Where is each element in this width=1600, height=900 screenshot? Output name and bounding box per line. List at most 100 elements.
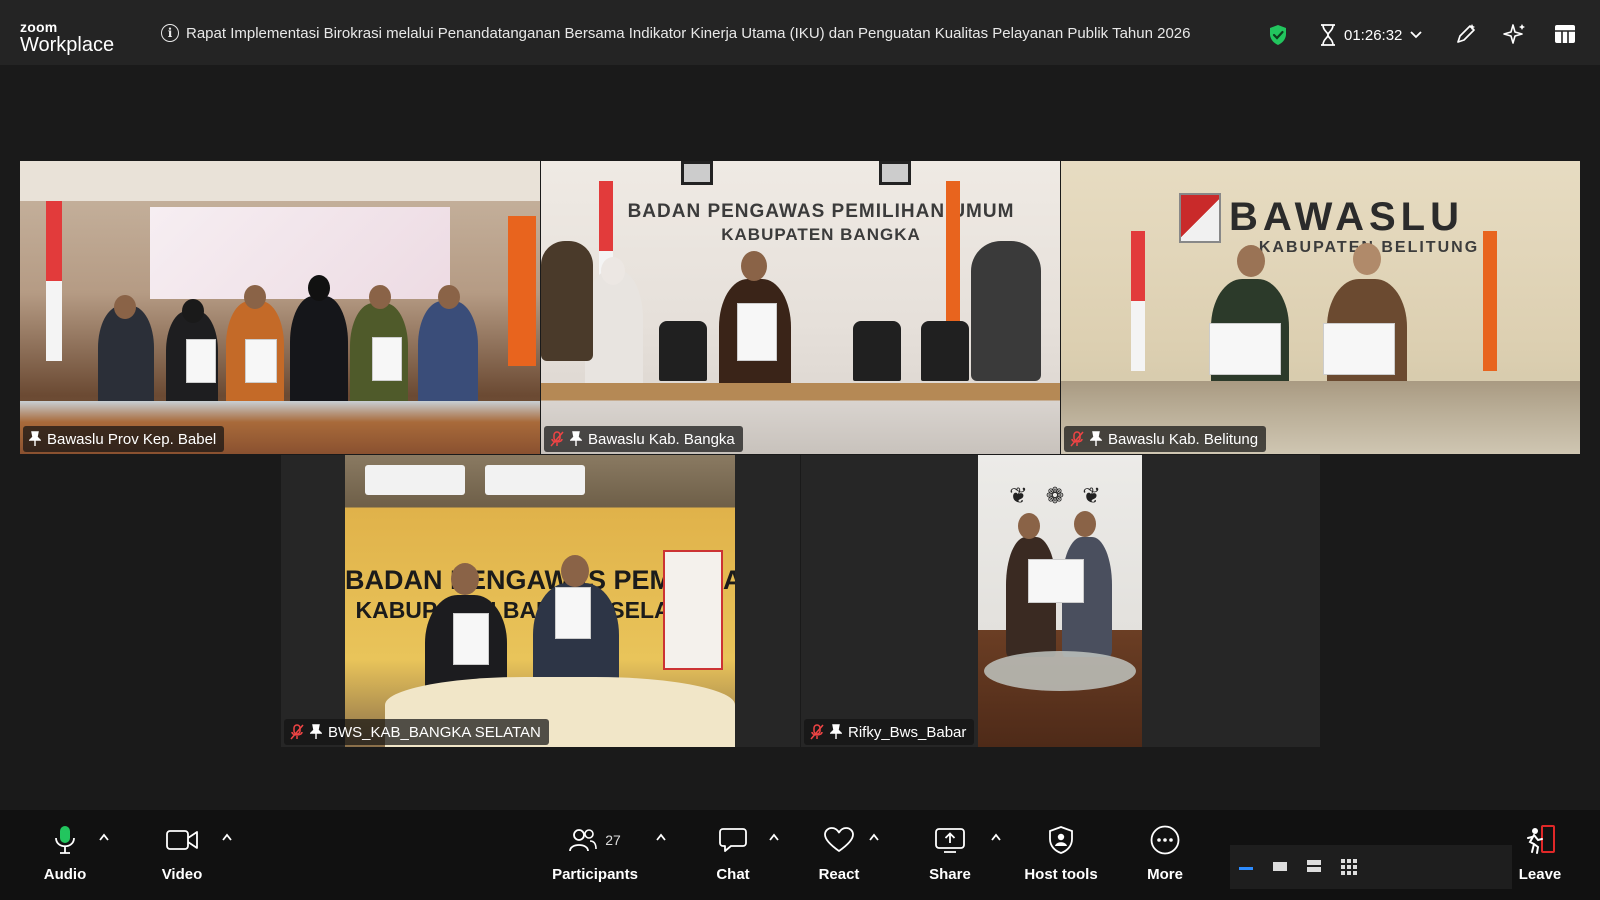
chat-button[interactable]: Chat bbox=[712, 810, 754, 900]
wall-logo-text: BAWASLU bbox=[1229, 195, 1464, 239]
head bbox=[601, 257, 625, 285]
leave-label: Leave bbox=[1518, 866, 1562, 883]
shield-check-icon[interactable] bbox=[1268, 24, 1288, 46]
top-bar: zoom Workplace i Rapat Implementasi Biro… bbox=[0, 0, 1600, 65]
chat-options-caret[interactable] bbox=[768, 832, 780, 842]
participant-name: Bawaslu Prov Kep. Babel bbox=[47, 430, 217, 448]
sparkle-icon[interactable] bbox=[1503, 22, 1527, 46]
gallery-view-icon[interactable] bbox=[1340, 858, 1358, 876]
participant-name: Bawaslu Kab. Belitung bbox=[1108, 430, 1259, 448]
bawaslu-emblem bbox=[1179, 193, 1221, 243]
chair bbox=[921, 321, 969, 381]
video-tile-kab-bangka[interactable]: BADAN PENGAWAS PEMILIHAN UMUM KABUPATEN … bbox=[541, 161, 1060, 454]
head bbox=[114, 295, 136, 319]
participant-name: Rifky_Bws_Babar bbox=[848, 723, 967, 741]
react-button[interactable]: React bbox=[816, 810, 862, 900]
logo-product: Workplace bbox=[20, 34, 115, 56]
event-banner bbox=[150, 207, 450, 299]
wall-frame bbox=[681, 161, 713, 185]
heart-icon bbox=[824, 827, 854, 852]
document bbox=[1209, 323, 1281, 375]
head bbox=[244, 285, 266, 309]
react-options-caret[interactable] bbox=[868, 832, 880, 842]
camera-icon bbox=[166, 830, 198, 850]
info-icon[interactable]: i bbox=[161, 24, 179, 42]
head bbox=[1018, 513, 1040, 539]
share-screen-icon bbox=[935, 828, 965, 853]
participant-nametag: Bawaslu Kab. Bangka bbox=[544, 426, 743, 452]
wall-frame bbox=[879, 161, 911, 185]
head bbox=[438, 285, 460, 309]
document bbox=[1028, 559, 1084, 603]
participants-options-caret[interactable] bbox=[655, 832, 667, 842]
pin-icon bbox=[1090, 431, 1102, 446]
mic-off-icon bbox=[1070, 431, 1084, 447]
calligraphy: ❦ ❁ ❦ bbox=[1009, 483, 1107, 508]
document bbox=[737, 303, 777, 361]
mascot bbox=[971, 241, 1041, 381]
stack-view-icon[interactable] bbox=[1306, 858, 1322, 874]
audio-options-caret[interactable] bbox=[98, 832, 110, 842]
mic-off-icon bbox=[810, 724, 824, 740]
pin-icon bbox=[310, 724, 322, 739]
mic-off-icon bbox=[290, 724, 304, 740]
participant-person bbox=[418, 301, 478, 411]
mascot bbox=[541, 241, 593, 361]
participants-label: Participants bbox=[552, 866, 638, 883]
meeting-timer[interactable]: 01:26:32 bbox=[1320, 24, 1423, 46]
video-tile-rifky[interactable]: ❦ ❁ ❦ Rifky_Bws_Babar bbox=[801, 455, 1320, 747]
video-label: Video bbox=[161, 866, 203, 883]
head bbox=[561, 555, 589, 587]
flag bbox=[946, 181, 960, 321]
more-button[interactable]: More bbox=[1144, 810, 1186, 900]
flag bbox=[508, 216, 536, 366]
glass-table bbox=[984, 651, 1136, 691]
mic-off-icon bbox=[550, 431, 564, 447]
pen-icon[interactable] bbox=[1454, 22, 1478, 46]
host-tools-button[interactable]: Host tools bbox=[1023, 810, 1099, 900]
video-button[interactable]: Video bbox=[156, 810, 208, 900]
participant-nametag: Rifky_Bws_Babar bbox=[804, 719, 975, 745]
video-tile-kab-belitung[interactable]: BAWASLU KABUPATEN BELITUNG Bawaslu Kab. … bbox=[1061, 161, 1580, 454]
video-options-caret[interactable] bbox=[221, 832, 233, 842]
participants-button[interactable]: 27 Participants bbox=[548, 810, 642, 900]
chair bbox=[853, 321, 901, 381]
head bbox=[369, 285, 391, 309]
share-button[interactable]: Share bbox=[927, 810, 973, 900]
participant-name: BWS_KAB_BANGKA SELATAN bbox=[328, 723, 541, 741]
document bbox=[555, 587, 591, 639]
shield-icon bbox=[1049, 826, 1073, 854]
host-tools-label: Host tools bbox=[1024, 866, 1098, 883]
head bbox=[1237, 245, 1265, 277]
leave-icon bbox=[1527, 825, 1555, 854]
leave-button[interactable]: Leave bbox=[1518, 810, 1562, 900]
speaker-view-icon[interactable] bbox=[1272, 858, 1288, 874]
participant-name: Bawaslu Kab. Bangka bbox=[588, 430, 735, 448]
video-tile-prov-babel[interactable]: Bawaslu Prov Kep. Babel bbox=[20, 161, 540, 454]
head bbox=[1353, 243, 1381, 275]
video-tile-bangka-selatan[interactable]: BADAN PENGAWAS PEMILIHAN UMUM KABUPATEN … bbox=[281, 455, 800, 747]
chevron-down-icon[interactable] bbox=[1410, 31, 1423, 39]
document bbox=[186, 339, 216, 383]
flag bbox=[46, 201, 62, 361]
chair bbox=[659, 321, 707, 381]
participant-person bbox=[98, 306, 154, 411]
minimize-view-icon[interactable] bbox=[1238, 858, 1254, 874]
participants-count: 27 bbox=[605, 832, 621, 848]
flag bbox=[1131, 231, 1145, 371]
grid-view-icon[interactable] bbox=[1553, 22, 1577, 46]
share-label: Share bbox=[929, 866, 971, 883]
head bbox=[308, 275, 330, 301]
audio-button[interactable]: Audio bbox=[38, 810, 92, 900]
chat-label: Chat bbox=[716, 866, 750, 883]
document bbox=[245, 339, 277, 383]
pin-icon bbox=[29, 431, 41, 446]
wall-sign: KABUPATEN BANGKA bbox=[721, 225, 921, 244]
meeting-info[interactable]: i Rapat Implementasi Birokrasi melalui P… bbox=[161, 23, 1191, 43]
wall-sign: BADAN PENGAWAS PEMILIHAN UMUM bbox=[627, 201, 1015, 222]
document bbox=[372, 337, 402, 381]
pin-icon bbox=[830, 724, 842, 739]
ellipsis-icon bbox=[1150, 825, 1180, 855]
chat-bubble-icon bbox=[719, 828, 747, 852]
share-options-caret[interactable] bbox=[990, 832, 1002, 842]
